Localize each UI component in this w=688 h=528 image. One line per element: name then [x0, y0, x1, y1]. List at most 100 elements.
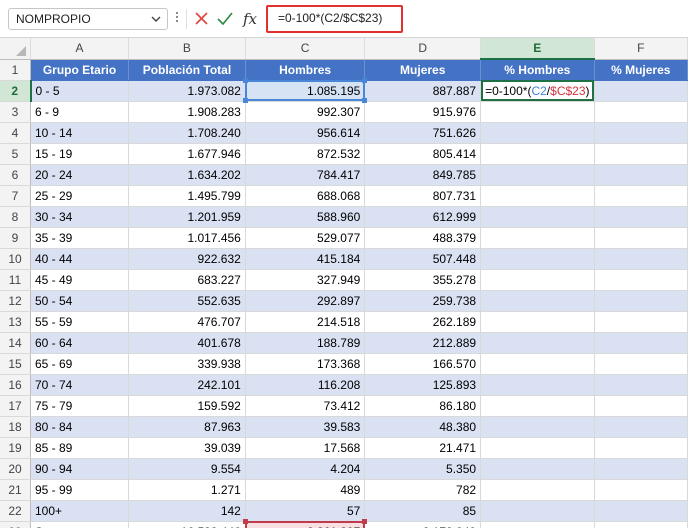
cell-age-group[interactable]: 90 - 94	[30, 458, 130, 480]
row-header[interactable]: 18	[0, 416, 31, 438]
cell-women[interactable]: 751.626	[364, 122, 482, 144]
cell-pct-women[interactable]	[594, 248, 688, 270]
cell-men[interactable]: 188.789	[245, 332, 366, 354]
cell-total-population[interactable]: 401.678	[128, 332, 246, 354]
cell-pct-men[interactable]	[480, 227, 595, 249]
cell-pct-men[interactable]	[480, 143, 595, 165]
cell-age-group[interactable]: 80 - 84	[30, 416, 130, 438]
cell-pct-men[interactable]	[480, 458, 595, 480]
row-header[interactable]: 14	[0, 332, 31, 354]
cell-pct-women[interactable]	[594, 164, 688, 186]
cell-age-group[interactable]: 50 - 54	[30, 290, 130, 312]
cell-men[interactable]: 784.417	[245, 164, 366, 186]
cell-pct-women[interactable]	[594, 80, 688, 102]
cell-pct-men[interactable]	[480, 332, 595, 354]
column-header-a[interactable]: A	[30, 38, 130, 60]
cell-total-population[interactable]: 87.963	[128, 416, 246, 438]
cell-women[interactable]: 166.570	[364, 353, 482, 375]
cell-pct-men[interactable]	[480, 248, 595, 270]
cell-women[interactable]: 887.887	[364, 80, 482, 102]
cell-men[interactable]: 292.897	[245, 290, 366, 312]
cell-pct-women[interactable]	[594, 269, 688, 291]
row-header[interactable]: 23	[0, 521, 31, 528]
row-header[interactable]: 4	[0, 122, 31, 144]
cell-pct-women[interactable]	[594, 185, 688, 207]
cell-pct-women[interactable]	[594, 416, 688, 438]
select-all-corner[interactable]	[0, 38, 31, 60]
cell-men[interactable]: 529.077	[245, 227, 366, 249]
cell-age-group[interactable]: 20 - 24	[30, 164, 130, 186]
cell-pct-men[interactable]	[480, 101, 595, 123]
formula-input[interactable]: =0-100*(C2/$C$23)	[278, 11, 382, 25]
cell-age-group[interactable]: 35 - 39	[30, 227, 130, 249]
cell-women[interactable]: 259.738	[364, 290, 482, 312]
cell-pct-women[interactable]	[594, 353, 688, 375]
cell-men[interactable]: 116.208	[245, 374, 366, 396]
cell-age-group[interactable]: 55 - 59	[30, 311, 130, 333]
cell-men[interactable]: 956.614	[245, 122, 366, 144]
row-header[interactable]: 13	[0, 311, 31, 333]
row-header[interactable]: 20	[0, 458, 31, 480]
cell-total-women-sum[interactable]: 8.172.049	[364, 521, 482, 528]
column-header-c[interactable]: C	[245, 38, 366, 60]
row-header[interactable]: 22	[0, 500, 31, 522]
row-header[interactable]: 3	[0, 101, 31, 123]
cell-total-population[interactable]: 1.495.799	[128, 185, 246, 207]
row-header[interactable]: 19	[0, 437, 31, 459]
cell-age-group[interactable]: 45 - 49	[30, 269, 130, 291]
cell-men[interactable]: 17.568	[245, 437, 366, 459]
cancel-icon[interactable]	[191, 8, 213, 30]
cell-pct-women[interactable]	[594, 311, 688, 333]
cell-pct-men[interactable]	[480, 269, 595, 291]
cell-men[interactable]: 415.184	[245, 248, 366, 270]
cell-pct-men[interactable]	[480, 353, 595, 375]
cell-men[interactable]: 489	[245, 479, 366, 501]
cell-pct-women[interactable]	[594, 437, 688, 459]
cell-men[interactable]: 4.204	[245, 458, 366, 480]
cell-e2-editing[interactable]: =0-100*(C2/$C$23)	[480, 80, 595, 102]
cell-age-group[interactable]: 6 - 9	[30, 101, 130, 123]
cell-pct-women[interactable]	[594, 122, 688, 144]
cell-women[interactable]: 807.731	[364, 185, 482, 207]
cell-pct-men[interactable]	[480, 164, 595, 186]
cell-total-population[interactable]: 1.708.240	[128, 122, 246, 144]
row-header[interactable]: 5	[0, 143, 31, 165]
cell-men[interactable]: 327.949	[245, 269, 366, 291]
cell-c23-referenced[interactable]: 8.361.397	[245, 521, 366, 528]
cell-women[interactable]: 849.785	[364, 164, 482, 186]
cell-total-population[interactable]: 242.101	[128, 374, 246, 396]
cell-women[interactable]: 48.380	[364, 416, 482, 438]
cell-age-group[interactable]: 85 - 89	[30, 437, 130, 459]
column-header-f[interactable]: F	[594, 38, 688, 60]
cell-pct-women[interactable]	[594, 374, 688, 396]
cell-total-population[interactable]: 39.039	[128, 437, 246, 459]
cell-age-group[interactable]: 95 - 99	[30, 479, 130, 501]
row-header-1[interactable]: 1	[0, 59, 31, 81]
header-cell-women[interactable]: Mujeres	[364, 59, 482, 81]
cell-women[interactable]: 612.999	[364, 206, 482, 228]
range-resize-handle[interactable]	[361, 78, 367, 83]
header-cell-age-group[interactable]: Grupo Etario	[30, 59, 130, 81]
cell-age-group[interactable]: 65 - 69	[30, 353, 130, 375]
cell-pct-men[interactable]	[480, 521, 595, 528]
cell-women[interactable]: 85	[364, 500, 482, 522]
cell-women[interactable]: 488.379	[364, 227, 482, 249]
row-header[interactable]: 8	[0, 206, 31, 228]
row-header[interactable]: 7	[0, 185, 31, 207]
cell-pct-women[interactable]	[594, 479, 688, 501]
cell-pct-men[interactable]	[480, 290, 595, 312]
row-header[interactable]: 10	[0, 248, 31, 270]
cell-women[interactable]: 507.448	[364, 248, 482, 270]
cell-total-population[interactable]: 1.677.946	[128, 143, 246, 165]
row-header[interactable]: 15	[0, 353, 31, 375]
cell-pct-women[interactable]	[594, 227, 688, 249]
cell-age-group[interactable]: 0 - 5	[30, 80, 130, 102]
cell-women[interactable]: 86.180	[364, 395, 482, 417]
cell-pct-men[interactable]	[480, 374, 595, 396]
range-resize-handle[interactable]	[361, 519, 367, 524]
row-header[interactable]: 11	[0, 269, 31, 291]
header-cell-total-population[interactable]: Población Total	[128, 59, 246, 81]
name-box[interactable]: NOMPROPIO	[8, 8, 168, 30]
cell-women[interactable]: 212.889	[364, 332, 482, 354]
chevron-down-icon[interactable]	[150, 13, 162, 25]
